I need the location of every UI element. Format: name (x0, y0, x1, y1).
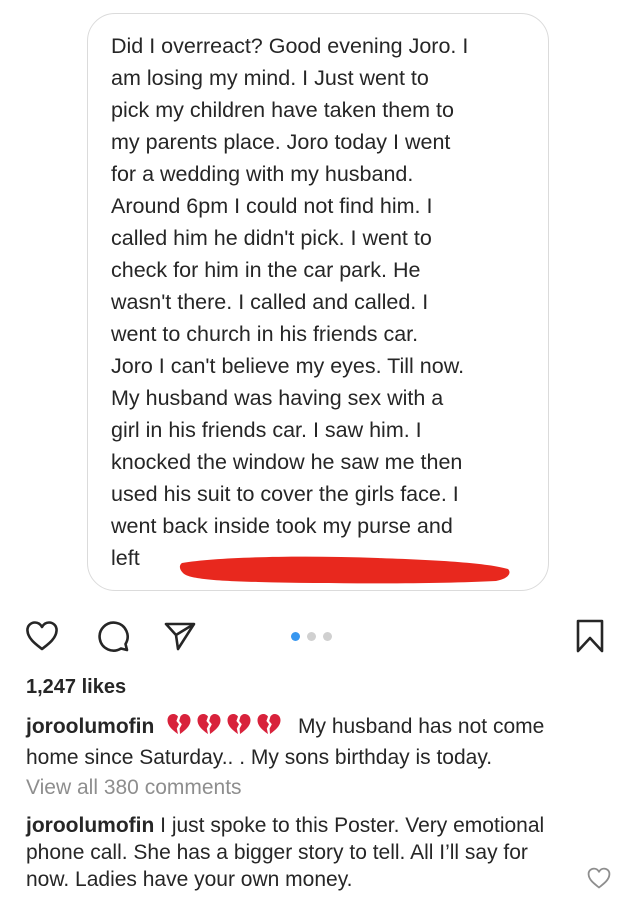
message-line: check for him in the car park. He (111, 258, 421, 282)
broken-heart-icon (257, 714, 281, 734)
message-line: knocked the window he saw me then (111, 450, 463, 474)
bookmark-icon[interactable] (570, 616, 610, 656)
message-line: called him he didn't pick. I went to (111, 226, 432, 250)
message-line: Joro I can't believe my eyes. Till now. (111, 354, 465, 378)
redaction-mark (179, 556, 510, 584)
message-line: went to church in his friends car. (111, 322, 419, 346)
carousel-indicator (291, 632, 341, 642)
broken-hearts-emoji-row (166, 712, 286, 744)
broken-heart-icon (197, 714, 221, 734)
paper-plane-icon[interactable] (160, 616, 200, 656)
small-heart-outline-icon[interactable] (586, 866, 612, 890)
message-line: my parents place. Joro today I went (111, 130, 451, 154)
carousel-dot (307, 632, 316, 641)
message-line: girl in his friends car. I saw him. I (111, 418, 422, 442)
message-line: for a wedding with my husband. (111, 162, 414, 186)
message-line: Did I overreact? Good evening Joro. I (111, 34, 469, 58)
comment-username[interactable]: joroolumofin (26, 814, 154, 837)
carousel-dot-active (291, 632, 300, 641)
message-line: am losing my mind. I Just went to (111, 66, 429, 90)
message-line: used his suit to cover the girls face. I (111, 482, 459, 506)
message-line: wasn't there. I called and called. I (111, 290, 429, 314)
message-line: Around 6pm I could not find him. I (111, 194, 433, 218)
likes-count[interactable]: 1,247 likes (26, 676, 126, 699)
broken-heart-icon (227, 714, 251, 734)
carousel-dot (323, 632, 332, 641)
comment: joroolumofin I just spoke to this Poster… (26, 812, 571, 893)
message-text: Did I overreact? Good evening Joro. I am … (111, 30, 535, 574)
message-line: pick my children have taken them to (111, 98, 454, 122)
post-caption: joroolumofin My husband has not come hom… (26, 712, 586, 772)
message-line: My husband was having sex with a (111, 386, 444, 410)
broken-heart-icon (167, 714, 191, 734)
post-image[interactable]: Did I overreact? Good evening Joro. I am … (0, 0, 633, 603)
heart-outline-icon[interactable] (22, 616, 62, 656)
message-bubble: Did I overreact? Good evening Joro. I am … (87, 13, 549, 591)
message-line: went back inside took my purse and (111, 514, 453, 538)
view-all-comments-link[interactable]: View all 380 comments (26, 776, 242, 800)
speech-bubble-icon[interactable] (93, 616, 133, 656)
caption-username[interactable]: joroolumofin (26, 715, 154, 738)
